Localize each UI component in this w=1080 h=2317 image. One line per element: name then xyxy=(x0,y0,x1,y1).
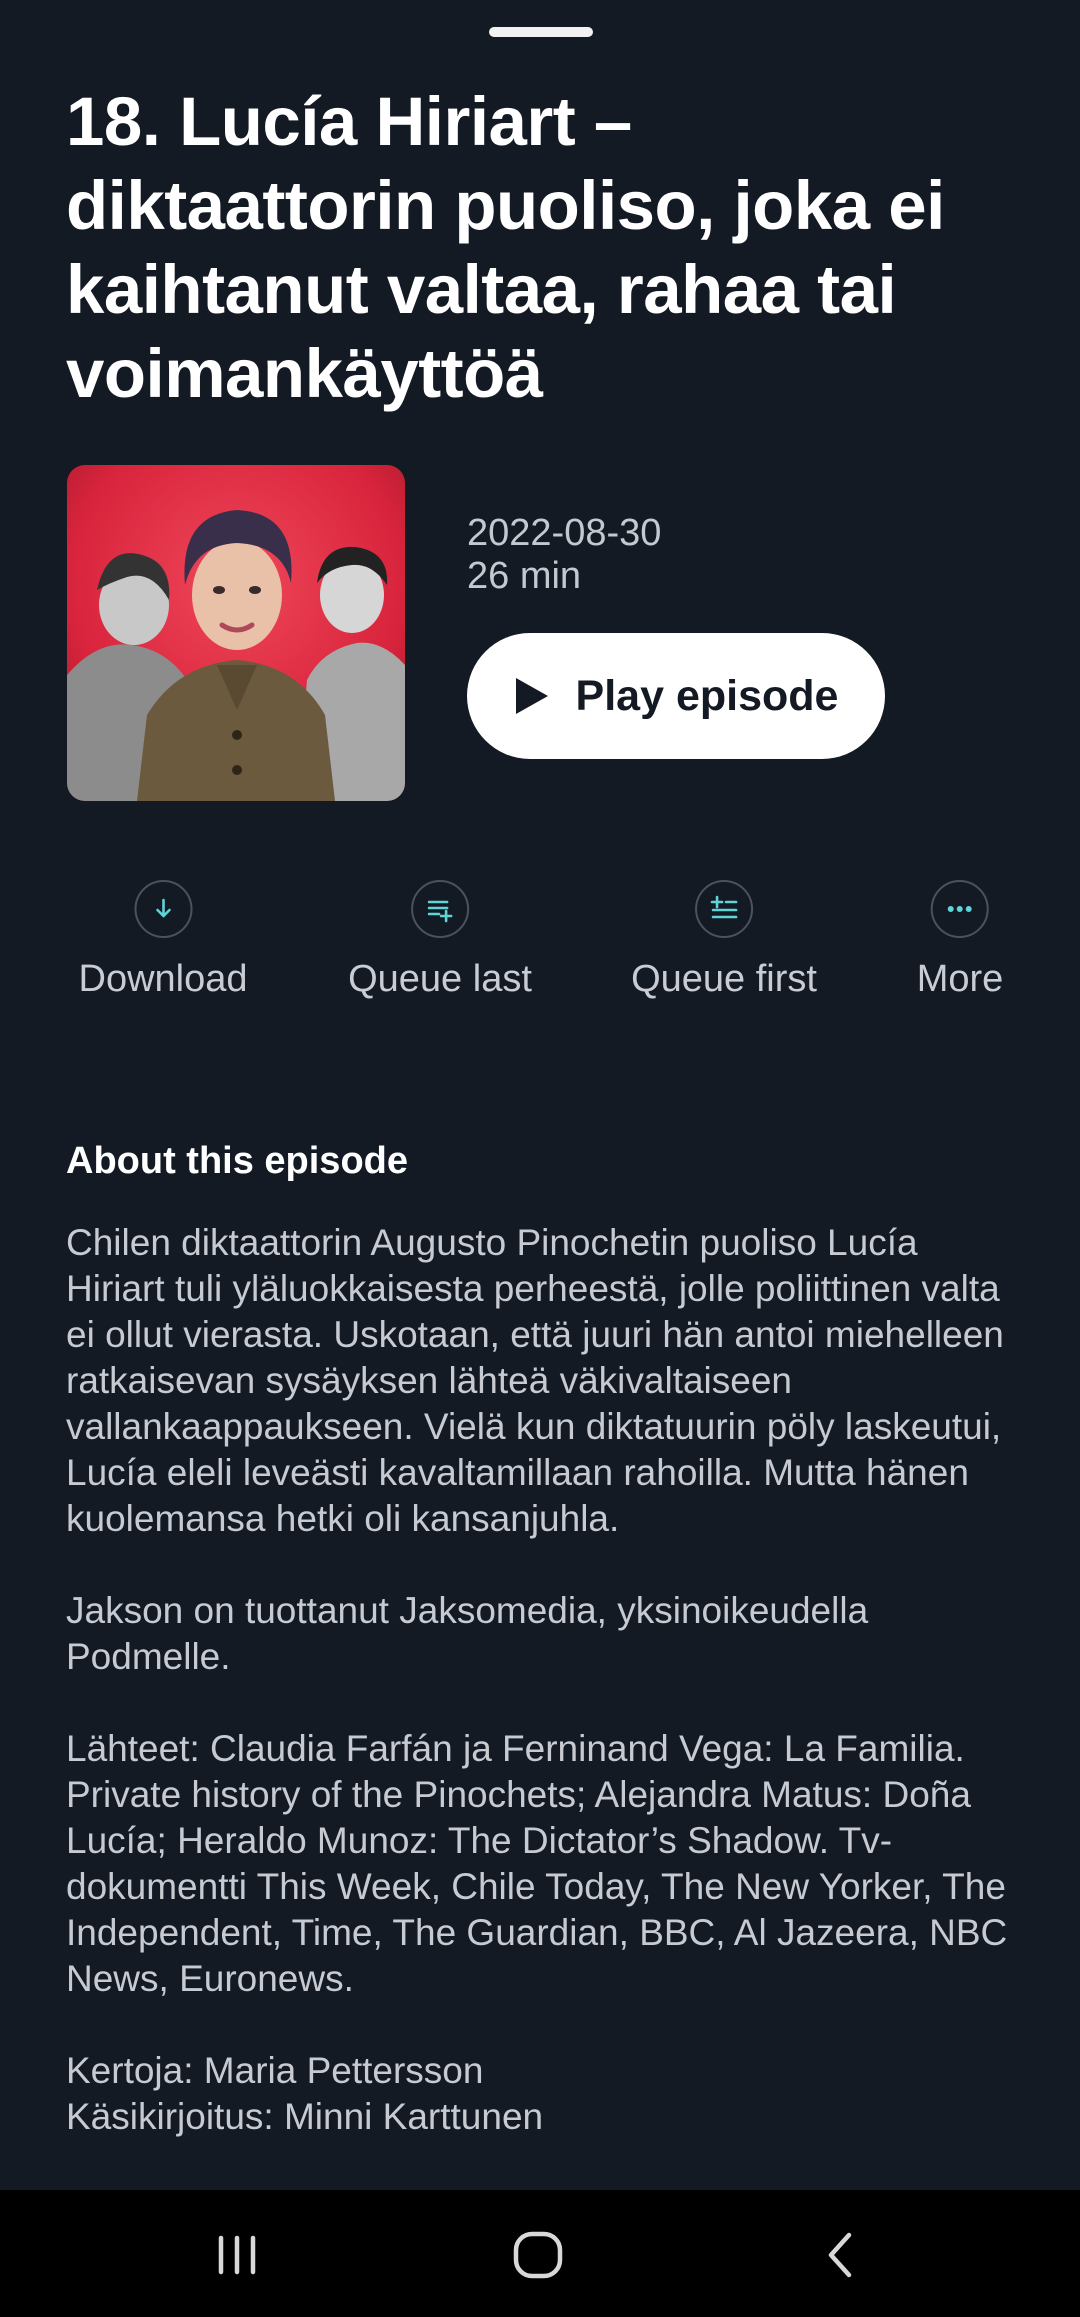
queue-first-label: Queue first xyxy=(631,958,817,1000)
recent-apps-icon[interactable] xyxy=(197,2220,277,2290)
download-button[interactable]: Download xyxy=(79,880,248,1001)
about-heading: About this episode xyxy=(66,1140,408,1182)
system-navigation-bar xyxy=(0,2190,1080,2317)
play-episode-label: Play episode xyxy=(575,671,839,720)
more-label: More xyxy=(916,958,1004,1000)
queue-last-label: Queue last xyxy=(348,958,532,1000)
episode-duration: 26 min xyxy=(467,555,582,597)
episode-description: Chilen diktaattorin Augusto Pinochetin p… xyxy=(66,1220,1026,2140)
play-icon xyxy=(508,674,552,718)
more-icon xyxy=(930,880,989,938)
play-episode-button[interactable]: Play episode xyxy=(467,633,885,759)
back-icon[interactable] xyxy=(801,2220,881,2290)
queue-first-button[interactable]: Queue first xyxy=(631,880,817,1001)
more-button[interactable]: More xyxy=(916,880,1004,1001)
sheet-drag-handle[interactable] xyxy=(489,27,593,37)
home-icon[interactable] xyxy=(498,2220,578,2290)
episode-title: 18. Lucía Hiriart – diktaattorin puoliso… xyxy=(66,83,945,412)
download-icon xyxy=(134,880,192,938)
episode-meta: 2022-08-30 26 min xyxy=(467,512,661,598)
credits-paragraph: Kertoja: Maria Pettersson Käsikirjoitus:… xyxy=(66,2050,544,2137)
episode-actions: Download Queue last Queue first More xyxy=(0,880,1080,1020)
episode-date: 2022-08-30 xyxy=(467,512,662,554)
queue-last-icon xyxy=(410,880,469,938)
sources-paragraph: Lähteet: Claudia Farfán ja Ferninand Veg… xyxy=(66,1728,1008,1999)
production-credit: Jakson on tuottanut Jaksomedia, yksinoik… xyxy=(66,1590,869,1677)
download-label: Download xyxy=(78,958,248,1000)
queue-last-button[interactable]: Queue last xyxy=(348,880,532,1001)
episode-cover-image xyxy=(67,465,405,801)
description-paragraph: Chilen diktaattorin Augusto Pinochetin p… xyxy=(66,1222,1004,1539)
queue-first-icon xyxy=(695,880,753,938)
